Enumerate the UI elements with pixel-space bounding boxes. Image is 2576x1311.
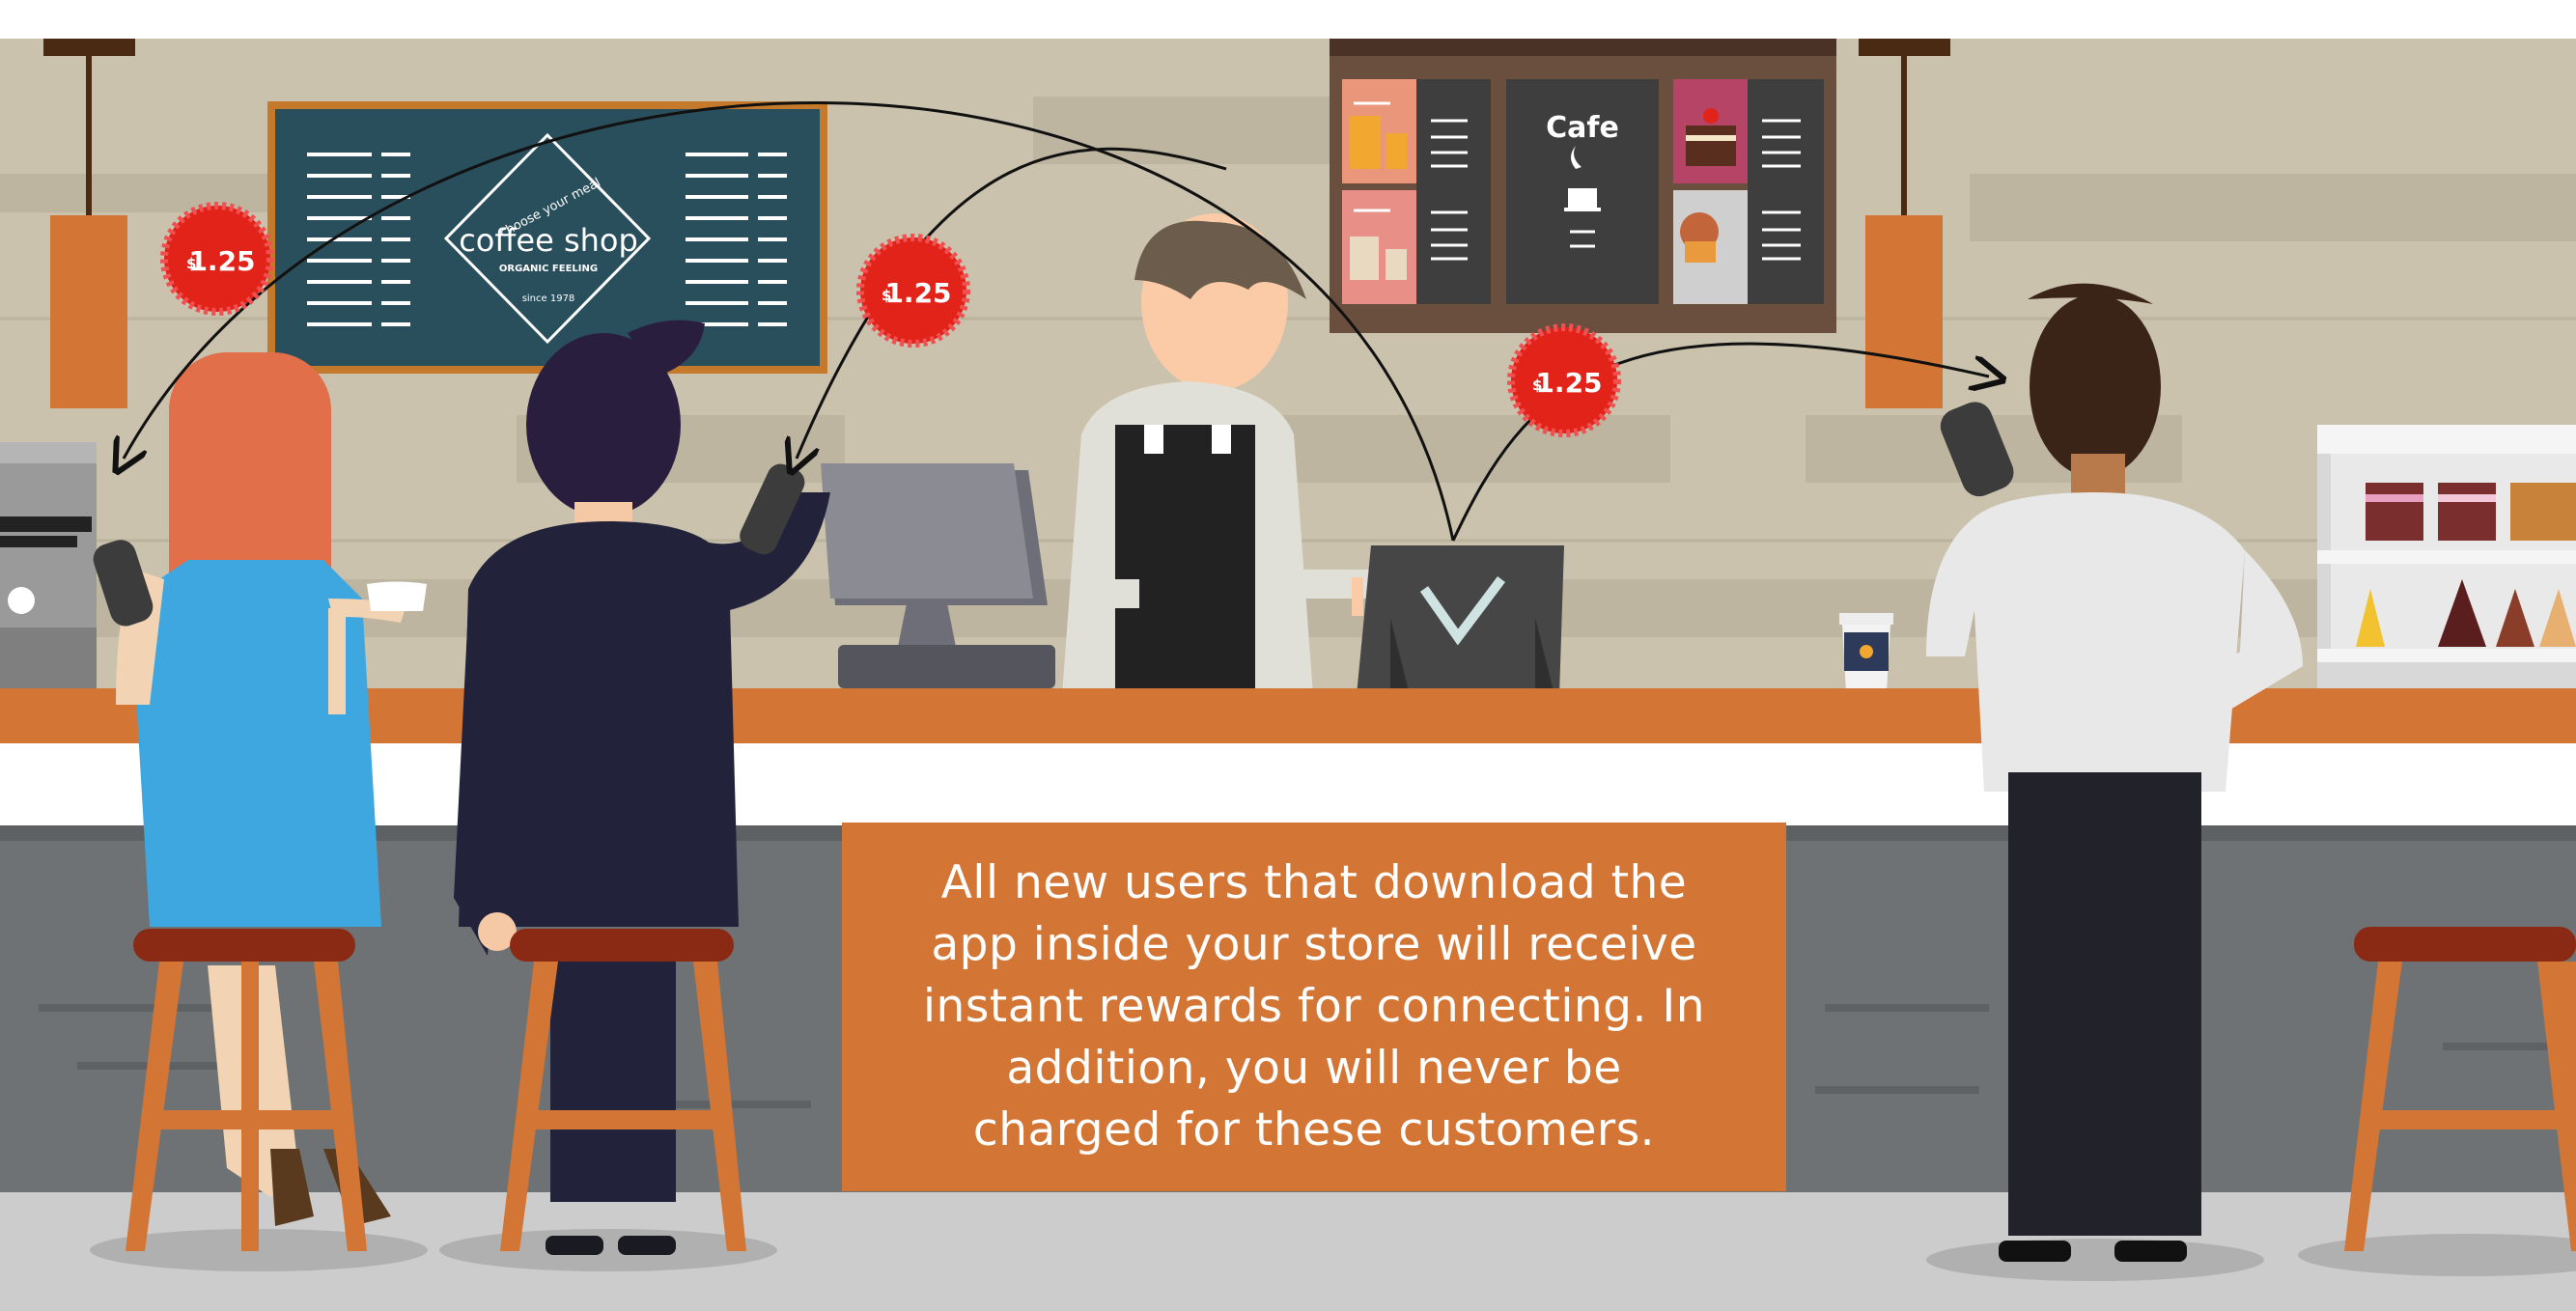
pastry-display-case — [2317, 425, 2576, 695]
chalkboard-subtitle: ORGANIC FEELING — [499, 264, 598, 274]
price-badge-3: $ 1.25 — [1507, 323, 1621, 437]
price-badge-1: $ 1.25 — [160, 202, 274, 316]
price-badge-amount: 1.25 — [188, 245, 255, 277]
price-badge-amount: 1.25 — [884, 277, 951, 309]
caption-panel: All new users that download the app insi… — [842, 823, 1786, 1191]
menu-board-title: Cafe — [1546, 111, 1619, 145]
caption-line: charged for these customers. — [972, 1103, 1656, 1157]
price-badge-amount: 1.25 — [1535, 367, 1602, 399]
takeaway-cup — [1839, 613, 1893, 692]
pos-monitor — [821, 463, 1055, 688]
caption-line: All new users that download the — [940, 856, 1688, 909]
menu-board: Cafe — [1330, 39, 1836, 333]
chalkboard-title: coffee shop — [459, 222, 638, 259]
coffee-machine — [0, 442, 97, 695]
caption-line: addition, you will never be — [1006, 1042, 1622, 1095]
payment-tablet — [1357, 545, 1564, 695]
price-badge-2: $ 1.25 — [856, 234, 970, 348]
chalkboard-since: since 1978 — [522, 293, 575, 304]
caption-line: app inside your store will receive — [931, 918, 1697, 971]
caption-line: instant rewards for connecting. In — [922, 980, 1706, 1033]
